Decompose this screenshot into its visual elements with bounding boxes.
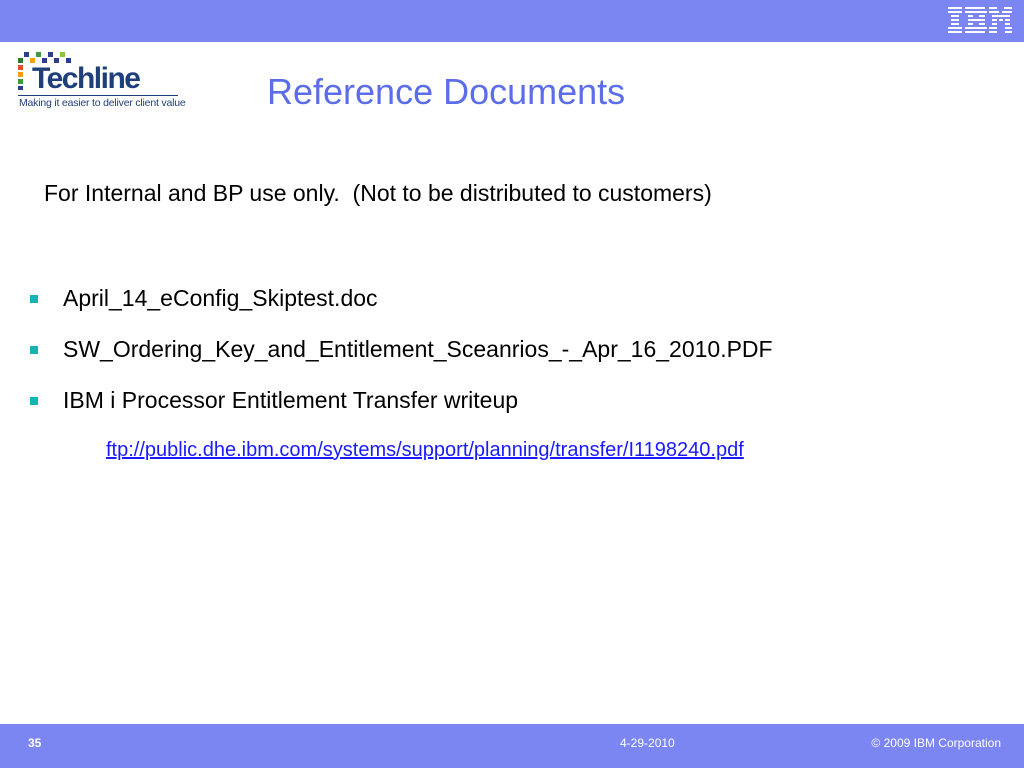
bullet-text: SW_Ordering_Key_and_Entitlement_Sceanrio… (63, 336, 773, 362)
bottom-bar: 35 4-29-2010 © 2009 IBM Corporation (0, 724, 1024, 768)
bullet-text: IBM i Processor Entitlement Transfer wri… (63, 387, 519, 413)
top-bar (0, 0, 1024, 42)
slide-title: Reference Documents (267, 71, 626, 112)
square-bullet-icon (30, 346, 38, 354)
ftp-document-link[interactable]: ftp://public.dhe.ibm.com/systems/support… (106, 440, 744, 460)
page-number: 35 (28, 736, 42, 750)
footer-date: 4-29-2010 (620, 736, 675, 750)
logo-wordmark: Techline (32, 62, 141, 95)
bullet-text: April_14_eConfig_Skiptest.doc (63, 285, 378, 311)
techline-logo: Techline Making it easier to deliver cli… (18, 50, 188, 112)
square-bullet-icon (30, 295, 38, 303)
logo-divider (18, 95, 178, 96)
ibm-logo-icon (948, 7, 1012, 33)
square-bullet-icon (30, 397, 38, 405)
logo-tagline: Making it easier to deliver client value (19, 97, 186, 109)
slide-subtitle: For Internal and BP use only. (Not to be… (44, 180, 712, 206)
footer-copyright: © 2009 IBM Corporation (871, 736, 1001, 750)
